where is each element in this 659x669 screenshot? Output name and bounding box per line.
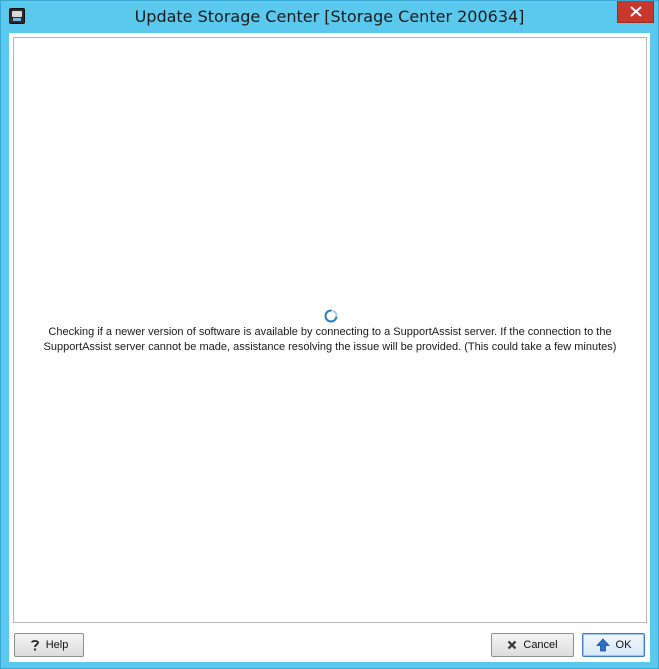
cancel-button-label: Cancel bbox=[523, 639, 558, 651]
close-icon bbox=[629, 6, 642, 17]
loading-spinner-icon bbox=[324, 309, 338, 323]
status-message: Checking if a newer version of software … bbox=[14, 325, 646, 355]
title-bar[interactable]: Update Storage Center [Storage Center 20… bbox=[1, 1, 658, 33]
x-icon bbox=[507, 640, 517, 650]
window-title: Update Storage Center [Storage Center 20… bbox=[134, 7, 525, 26]
ok-button-label: OK bbox=[615, 639, 632, 651]
question-mark-icon bbox=[30, 639, 40, 651]
up-arrow-icon bbox=[595, 638, 610, 652]
help-button[interactable]: Help bbox=[14, 633, 84, 657]
status-message-line-1: Checking if a newer version of software … bbox=[48, 326, 612, 338]
ok-button[interactable]: OK bbox=[582, 633, 645, 657]
dialog-window: Update Storage Center [Storage Center 20… bbox=[0, 0, 659, 669]
help-button-label: Help bbox=[45, 639, 69, 651]
dialog-client-area: Checking if a newer version of software … bbox=[9, 33, 650, 662]
cancel-button[interactable]: Cancel bbox=[491, 633, 574, 657]
content-panel: Checking if a newer version of software … bbox=[13, 37, 647, 623]
close-button[interactable] bbox=[617, 1, 654, 23]
status-message-line-2: SupportAssist server cannot be made, ass… bbox=[43, 341, 617, 353]
